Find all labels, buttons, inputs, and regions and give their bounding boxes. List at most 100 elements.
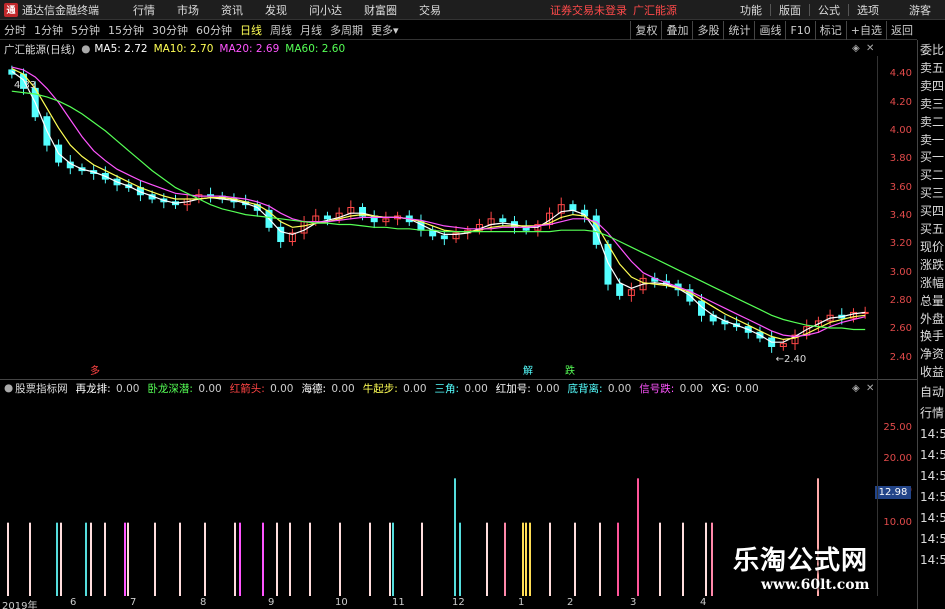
price-tick: 3.40 xyxy=(889,210,912,221)
indicator-name[interactable]: 股票指标网 xyxy=(15,381,68,396)
f10-button[interactable]: F10 xyxy=(785,21,814,40)
title-separator xyxy=(809,4,810,16)
login-status: 证券交易未登录 xyxy=(550,3,627,17)
menu-trade[interactable]: 交易 xyxy=(408,2,452,18)
tick-list-item[interactable]: 14:5 xyxy=(920,489,945,506)
settings-circle-icon[interactable]: ● xyxy=(4,382,13,394)
close-icon[interactable]: ✕ xyxy=(866,43,874,54)
price-tick: 3.60 xyxy=(889,181,912,193)
quote-field-label[interactable]: 涨跌 xyxy=(920,257,945,274)
x-tick: 7 xyxy=(130,597,137,608)
quote-field-label[interactable]: 卖三 xyxy=(920,96,945,113)
settings-circle-icon[interactable]: ● xyxy=(81,43,90,55)
back-button[interactable]: 返回 xyxy=(886,21,917,40)
axis-line xyxy=(877,56,878,596)
candle-body xyxy=(440,235,448,240)
tick-list-item[interactable]: 14:5 xyxy=(920,510,945,527)
tab-5min[interactable]: 5分钟 xyxy=(67,22,104,38)
indicator-item: 卧龙深潜: 0.00 xyxy=(147,383,223,395)
price-tick: 2.80 xyxy=(889,295,912,307)
indicator-item-label: 红箭头: xyxy=(229,382,265,395)
quote-field-label[interactable]: 卖二 xyxy=(920,114,945,131)
quote-field-label[interactable]: 买五 xyxy=(920,221,945,238)
quote-field-label[interactable]: 卖四 xyxy=(920,78,945,95)
app-title: 通达信金融终端 xyxy=(22,3,99,17)
quote-field-label[interactable]: 卖五 xyxy=(920,60,945,77)
tab-15min[interactable]: 15分钟 xyxy=(104,22,148,38)
tab-monthly[interactable]: 月线 xyxy=(296,22,326,38)
tab-timeshare[interactable]: 分时 xyxy=(0,22,30,38)
tick-list-item[interactable]: 14:5 xyxy=(920,426,945,443)
indicator-item: 信号跌: 0.00 xyxy=(639,383,705,395)
menu-discover[interactable]: 发现 xyxy=(254,2,298,18)
guest-user[interactable]: 游客 xyxy=(903,2,937,18)
stats-button[interactable]: 统计 xyxy=(723,21,754,40)
menu-market[interactable]: 市场 xyxy=(166,2,210,18)
price-tick: 4.20 xyxy=(889,96,912,108)
indicator-item-label: 再龙排: xyxy=(75,382,111,395)
settings-icon[interactable]: ◈ xyxy=(852,43,860,54)
menu-function[interactable]: 功能 xyxy=(734,2,768,18)
tab-30min[interactable]: 30分钟 xyxy=(148,22,192,38)
indicator-item: 红箭头: 0.00 xyxy=(230,383,296,395)
tick-list-item[interactable]: 14:5 xyxy=(920,468,945,485)
quote-field-label[interactable]: 外盘 xyxy=(920,311,945,328)
menu-wealth[interactable]: 财富圈 xyxy=(353,2,408,18)
quote-field-label[interactable]: 涨幅 xyxy=(920,275,945,292)
ma60-label: MA60: 2.60 xyxy=(285,43,346,55)
signal-label-b: 跌 xyxy=(565,364,575,377)
tick-list-item[interactable]: 14:5 xyxy=(920,531,945,548)
tick-list-item[interactable]: 行情 xyxy=(920,405,945,422)
indicator-item-value: 0.00 xyxy=(676,382,704,395)
quote-field-label[interactable]: 净资 xyxy=(920,346,945,363)
tab-more[interactable]: 更多▾ xyxy=(367,22,403,38)
quote-field-label[interactable]: 卖一 xyxy=(920,132,945,149)
tab-60min[interactable]: 60分钟 xyxy=(192,22,236,38)
adjust-button[interactable]: 复权 xyxy=(630,21,661,40)
quote-field-label[interactable]: 收益 xyxy=(920,364,945,381)
indicator-item-value: 0.00 xyxy=(266,382,294,395)
add-watchlist-button[interactable]: +自选 xyxy=(845,21,886,40)
x-tick: 1 xyxy=(518,597,525,608)
indicator-item-value: 0.00 xyxy=(194,382,222,395)
close-icon[interactable]: ✕ xyxy=(866,383,874,394)
overlay-button[interactable]: 叠加 xyxy=(661,21,692,40)
price-chart[interactable]: 4.33 ←2.40 多 解 跌 xyxy=(0,56,877,378)
price-tick: 4.40 xyxy=(889,68,912,80)
tick-list-item[interactable]: 14:5 xyxy=(920,552,945,569)
indicator-legend: ● 股票指标网 再龙排: 0.00 卧龙深潜: 0.00 红箭头: 0.00 海德: … xyxy=(4,381,765,395)
quote-field-label[interactable]: 买二 xyxy=(920,167,945,184)
menu-ask[interactable]: 问小达 xyxy=(298,2,353,18)
tab-daily[interactable]: 日线 xyxy=(236,22,266,38)
settings-icon[interactable]: ◈ xyxy=(852,383,860,394)
quote-field-label[interactable]: 买四 xyxy=(920,203,945,220)
quote-field-label[interactable]: 现价 xyxy=(920,239,945,256)
menu-layout[interactable]: 版面 xyxy=(773,2,807,18)
price-tick: 2.60 xyxy=(889,323,912,335)
menu-news[interactable]: 资讯 xyxy=(210,2,254,18)
quote-field-label[interactable]: 总量 xyxy=(920,293,945,310)
quote-field-label[interactable]: 换手 xyxy=(920,328,945,345)
menu-formula[interactable]: 公式 xyxy=(812,2,846,18)
quote-field-label[interactable]: 委比 xyxy=(920,42,945,59)
app-logo-icon: 通 xyxy=(4,2,18,17)
stock-name[interactable]: 广汇能源(日线) xyxy=(4,42,75,57)
draw-line-button[interactable]: 画线 xyxy=(754,21,785,40)
tab-1min[interactable]: 1分钟 xyxy=(30,22,67,38)
tick-list-item[interactable]: 14:5 xyxy=(920,447,945,464)
tab-multi-period[interactable]: 多周期 xyxy=(326,22,367,38)
tab-weekly[interactable]: 周线 xyxy=(266,22,296,38)
multi-stock-button[interactable]: 多股 xyxy=(692,21,723,40)
indicator-item-value: 0.00 xyxy=(328,382,355,395)
menu-options[interactable]: 选项 xyxy=(851,2,885,18)
x-tick: 2019年 xyxy=(2,601,38,609)
mark-button[interactable]: 标记 xyxy=(814,21,846,40)
menu-quotes[interactable]: 行情 xyxy=(122,2,166,18)
x-tick: 11 xyxy=(392,597,405,608)
pane-divider[interactable] xyxy=(0,379,917,380)
indicator-item-value: 0.00 xyxy=(399,382,427,395)
tick-list-item[interactable]: 自动 xyxy=(920,384,945,401)
indicator-item-label: 三角: xyxy=(434,382,460,395)
quote-field-label[interactable]: 买三 xyxy=(920,185,945,202)
quote-field-label[interactable]: 买一 xyxy=(920,149,945,166)
